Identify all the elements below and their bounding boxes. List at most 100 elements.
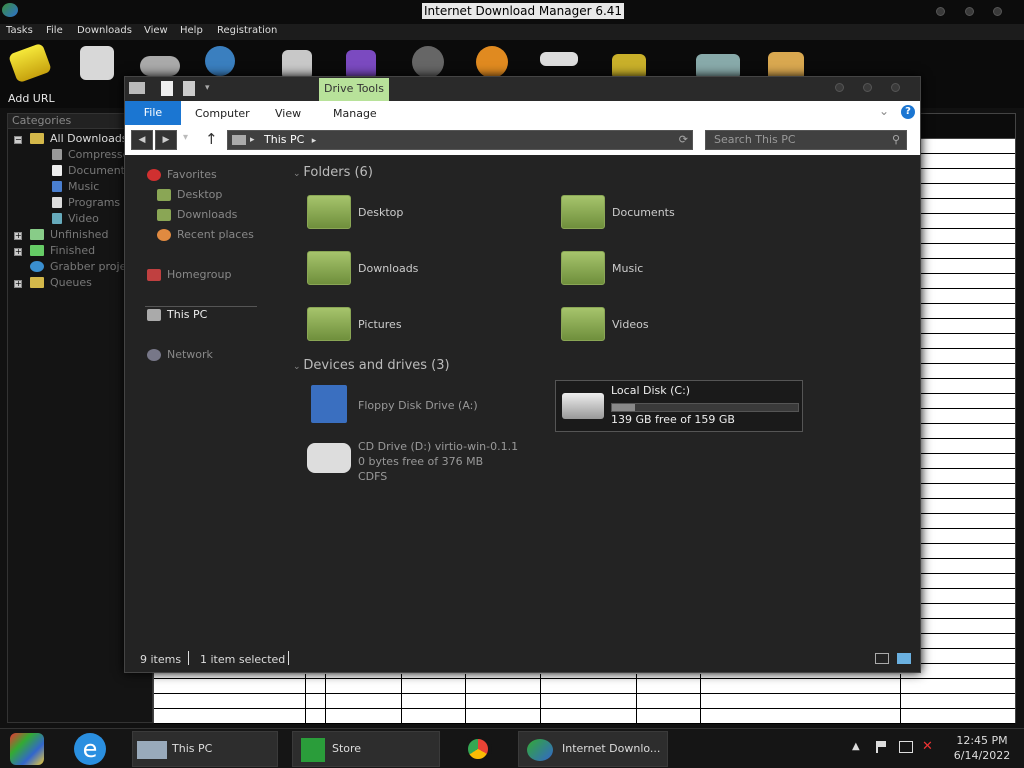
- action-center-flag-icon[interactable]: [876, 741, 886, 753]
- expand-toggle[interactable]: +: [14, 280, 22, 288]
- details-view-icon[interactable]: [875, 653, 889, 664]
- close-button[interactable]: [891, 83, 900, 92]
- address-bar[interactable]: ▸ This PC ▸ ⟳: [227, 130, 693, 150]
- disk-usage-bar: [611, 403, 799, 412]
- expand-ribbon-icon[interactable]: ⌄: [879, 104, 889, 118]
- devices-group-header[interactable]: ⌄ Devices and drives (3): [293, 358, 450, 373]
- tree-documents[interactable]: Documents: [68, 164, 131, 177]
- up-arrow-icon[interactable]: ↑: [205, 130, 218, 148]
- add-url-label[interactable]: Add URL: [8, 92, 55, 105]
- tab-file[interactable]: File: [125, 101, 181, 125]
- folders-header-label: Folders (6): [303, 165, 373, 180]
- maximize-button[interactable]: [965, 7, 974, 16]
- floppy-disk-icon[interactable]: [311, 385, 347, 423]
- videos-folder-icon[interactable]: [561, 307, 605, 341]
- nav-favorites[interactable]: Favorites: [167, 168, 217, 181]
- menu-tasks[interactable]: Tasks: [6, 25, 33, 36]
- expand-toggle[interactable]: +: [14, 232, 22, 240]
- network-icon[interactable]: [899, 741, 913, 753]
- internet-explorer-icon[interactable]: e: [74, 733, 106, 765]
- tree-unfinished[interactable]: Unfinished: [50, 228, 108, 241]
- folder-downloads[interactable]: Downloads: [358, 262, 418, 275]
- drive-local-disk[interactable]: Local Disk (C:) 139 GB free of 159 GB: [555, 380, 803, 432]
- resume-icon[interactable]: [80, 46, 114, 80]
- tab-view[interactable]: View: [275, 107, 301, 120]
- recent-locations-icon[interactable]: ▾: [183, 132, 188, 143]
- menu-downloads[interactable]: Downloads: [77, 25, 132, 36]
- taskbar-store[interactable]: Store: [292, 731, 440, 767]
- breadcrumb-chevron-icon[interactable]: ▸: [250, 131, 255, 149]
- taskbar-idm[interactable]: Internet Downlo...: [518, 731, 668, 767]
- show-hidden-icons-icon[interactable]: ▲: [852, 741, 860, 752]
- tree-all-downloads[interactable]: All Downloads: [50, 132, 128, 145]
- close-button[interactable]: [993, 7, 1002, 16]
- nav-recent-places[interactable]: Recent places: [177, 228, 254, 241]
- tree-grabber[interactable]: Grabber projec: [50, 260, 132, 273]
- drive-cd-name[interactable]: CD Drive (D:) virtio-win-0.1.1: [358, 440, 518, 453]
- menu-view[interactable]: View: [144, 25, 168, 36]
- tree-queues[interactable]: Queues: [50, 276, 92, 289]
- chevron-down-icon[interactable]: ▾: [205, 83, 210, 93]
- nav-desktop[interactable]: Desktop: [177, 188, 222, 201]
- maximize-button[interactable]: [863, 83, 872, 92]
- folder-music[interactable]: Music: [612, 262, 643, 275]
- refresh-icon[interactable]: ⟳: [679, 131, 688, 149]
- stop-icon[interactable]: [140, 56, 180, 76]
- forward-button[interactable]: ▶: [155, 130, 177, 150]
- status-bar: 9 items 1 item selected: [125, 647, 920, 673]
- nav-homegroup[interactable]: Homegroup: [167, 268, 231, 281]
- large-icons-view-icon[interactable]: [897, 653, 911, 664]
- start-queue-icon[interactable]: [540, 52, 578, 66]
- tab-computer[interactable]: Computer: [195, 107, 250, 120]
- stop-all-icon[interactable]: [205, 46, 235, 76]
- folders-group-header[interactable]: ⌄ Folders (6): [293, 165, 373, 180]
- tab-manage[interactable]: Manage: [333, 107, 377, 120]
- menu-help[interactable]: Help: [180, 25, 203, 36]
- pictures-folder-icon[interactable]: [307, 307, 351, 341]
- new-folder-icon[interactable]: [183, 81, 195, 96]
- tree-programs[interactable]: Programs: [68, 196, 120, 209]
- desktop-folder-icon[interactable]: [307, 195, 351, 229]
- minimize-button[interactable]: [936, 7, 945, 16]
- folder-documents[interactable]: Documents: [612, 206, 675, 219]
- volume-muted-icon[interactable]: ✕: [922, 739, 933, 754]
- options-gear-icon[interactable]: [412, 46, 444, 78]
- search-icon[interactable]: ⚲: [892, 131, 900, 149]
- devices-header-label: Devices and drives (3): [303, 358, 450, 373]
- add-url-icon[interactable]: [7, 42, 53, 84]
- help-icon[interactable]: ?: [901, 105, 915, 119]
- drive-tools-tab[interactable]: Drive Tools: [319, 78, 389, 101]
- menu-file[interactable]: File: [46, 25, 63, 36]
- drive-floppy[interactable]: Floppy Disk Drive (A:): [358, 399, 478, 412]
- minimize-button[interactable]: [835, 83, 844, 92]
- tree-music[interactable]: Music: [68, 180, 99, 193]
- expand-toggle[interactable]: −: [14, 136, 22, 144]
- collapse-chevron-icon[interactable]: ⌄: [293, 362, 303, 372]
- search-input[interactable]: Search This PC ⚲: [705, 130, 907, 150]
- chrome-icon[interactable]: [464, 735, 492, 763]
- collapse-chevron-icon[interactable]: ⌄: [293, 169, 303, 179]
- properties-icon[interactable]: [161, 81, 173, 96]
- scheduler-clock-icon[interactable]: [476, 46, 508, 78]
- menu-registration[interactable]: Registration: [217, 25, 277, 36]
- tree-compressed[interactable]: Compresse: [68, 148, 129, 161]
- documents-folder-icon[interactable]: [561, 195, 605, 229]
- expand-toggle[interactable]: +: [14, 248, 22, 256]
- breadcrumb-chevron-icon[interactable]: ▸: [308, 136, 317, 146]
- folder-videos[interactable]: Videos: [612, 318, 649, 331]
- start-button-icon[interactable]: [10, 733, 44, 765]
- nav-downloads[interactable]: Downloads: [177, 208, 237, 221]
- cd-drive-icon[interactable]: [307, 443, 351, 473]
- nav-this-pc[interactable]: This PC: [167, 308, 207, 321]
- tree-finished[interactable]: Finished: [50, 244, 95, 257]
- tree-video[interactable]: Video: [68, 212, 99, 225]
- nav-network[interactable]: Network: [167, 348, 213, 361]
- back-button[interactable]: ◀: [131, 130, 153, 150]
- folder-desktop[interactable]: Desktop: [358, 206, 403, 219]
- music-folder-icon[interactable]: [561, 251, 605, 285]
- downloads-folder-icon[interactable]: [307, 251, 351, 285]
- taskbar-this-pc[interactable]: This PC: [132, 731, 278, 767]
- folder-pictures[interactable]: Pictures: [358, 318, 402, 331]
- hard-drive-icon: [562, 393, 604, 419]
- clock[interactable]: 12:45 PM 6/14/2022: [944, 733, 1020, 763]
